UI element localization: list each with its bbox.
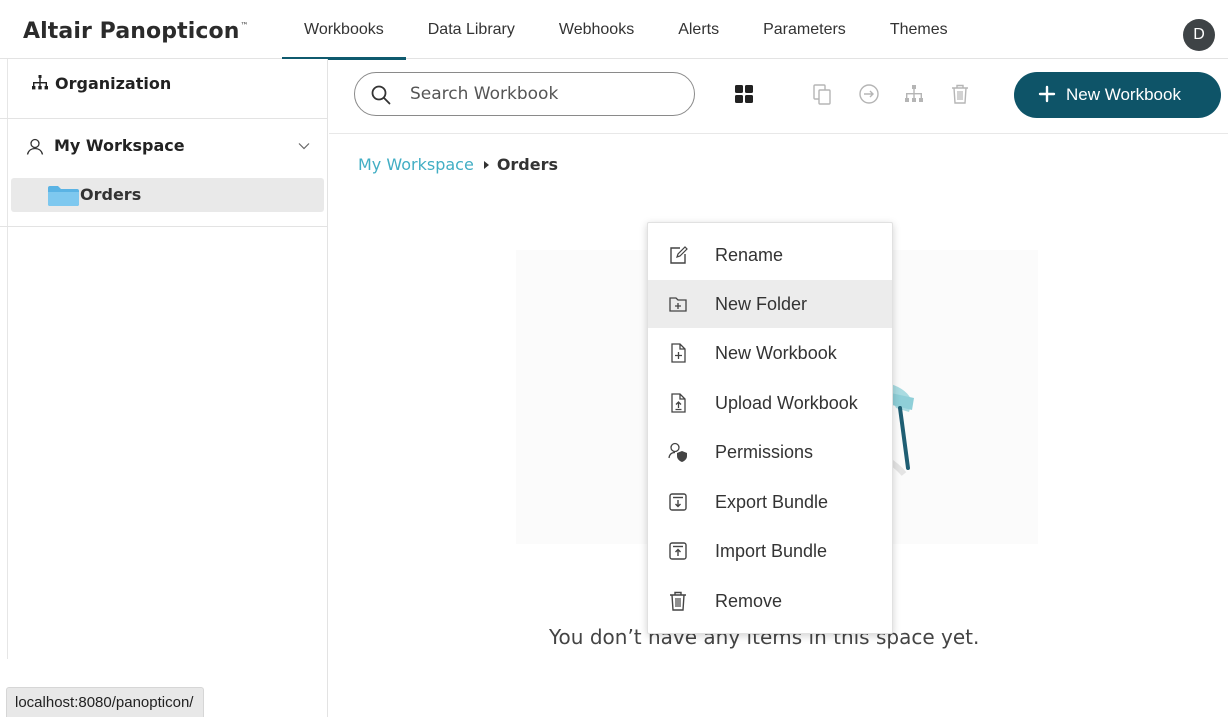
search-box[interactable]	[354, 72, 695, 116]
rename-icon	[670, 246, 688, 264]
sidebar-item-my-workspace[interactable]: My Workspace	[0, 119, 328, 175]
remove-icon	[670, 591, 686, 611]
tab-workbooks[interactable]: Workbooks	[282, 0, 406, 60]
sidebar-item-label: My Workspace	[54, 136, 185, 155]
search-icon	[371, 85, 391, 105]
tab-themes[interactable]: Themes	[868, 0, 970, 59]
tab-alerts[interactable]: Alerts	[656, 0, 741, 59]
grid-view-icon[interactable]	[733, 83, 755, 105]
breadcrumb-separator-icon	[483, 160, 489, 169]
new-workbook-button[interactable]: New Workbook	[1014, 72, 1221, 118]
brand-trademark: ™	[240, 21, 249, 30]
brand-name: Altair Panopticon	[23, 19, 240, 44]
hierarchy-icon	[32, 75, 48, 90]
menu-item-label: Export Bundle	[715, 492, 829, 512]
menu-item-label: Permissions	[715, 442, 814, 462]
trash-icon[interactable]	[949, 83, 971, 105]
context-menu: Rename New Folder New Workbook Upload Wo…	[647, 222, 893, 634]
menu-item-label: New Folder	[715, 294, 808, 314]
tab-data-library[interactable]: Data Library	[406, 0, 537, 59]
menu-item-import-bundle[interactable]: Import Bundle	[648, 527, 892, 575]
menu-item-label: New Workbook	[715, 343, 837, 363]
sidebar-item-organization[interactable]: Organization	[0, 59, 328, 119]
new-workbook-icon	[671, 343, 686, 363]
hierarchy-icon[interactable]	[903, 83, 925, 105]
menu-item-export-bundle[interactable]: Export Bundle	[648, 478, 892, 526]
menu-item-label: Rename	[715, 245, 784, 265]
export-bundle-icon	[669, 493, 687, 511]
sidebar-item-label: Organization	[55, 74, 172, 93]
top-bar: Altair Panopticon™ Workbooks Data Librar…	[0, 0, 1228, 60]
menu-item-label: Remove	[715, 591, 783, 611]
main-nav: Workbooks Data Library Webhooks Alerts P…	[282, 0, 970, 60]
upload-workbook-icon	[671, 393, 686, 413]
import-bundle-icon	[669, 542, 687, 560]
workbook-toolbar: New Workbook	[329, 59, 1228, 134]
new-workbook-label: New Workbook	[1066, 85, 1181, 104]
menu-item-remove[interactable]: Remove	[648, 577, 892, 625]
sidebar-item-orders[interactable]: Orders	[11, 178, 324, 212]
user-icon	[26, 138, 44, 155]
folder-icon	[48, 186, 79, 206]
menu-item-new-workbook[interactable]: New Workbook	[648, 329, 892, 377]
status-url: localhost:8080/panopticon/	[6, 687, 205, 717]
chevron-down-icon[interactable]	[298, 142, 310, 150]
folder-label: Orders	[80, 185, 142, 204]
menu-item-new-folder[interactable]: New Folder	[648, 280, 892, 328]
new-folder-icon	[669, 297, 687, 312]
move-icon[interactable]	[858, 83, 880, 105]
menu-item-label: Import Bundle	[715, 541, 828, 561]
menu-item-label: Upload Workbook	[715, 393, 858, 413]
tab-parameters[interactable]: Parameters	[741, 0, 868, 59]
workspace-section: My Workspace Orders	[0, 119, 328, 227]
user-avatar[interactable]: D	[1183, 19, 1215, 51]
menu-item-upload-workbook[interactable]: Upload Workbook	[648, 379, 892, 427]
menu-item-rename[interactable]: Rename	[648, 231, 892, 279]
plus-icon	[1038, 85, 1056, 103]
permissions-icon	[668, 442, 687, 462]
breadcrumb-current: Orders	[496, 155, 559, 174]
breadcrumb-link-my-workspace[interactable]: My Workspace	[358, 155, 474, 174]
sidebar: Organization My Workspace Orders	[0, 59, 328, 717]
copy-icon[interactable]	[811, 83, 833, 105]
breadcrumb: My Workspace Orders	[358, 155, 558, 174]
tab-webhooks[interactable]: Webhooks	[537, 0, 656, 59]
search-input[interactable]	[410, 73, 680, 115]
app-logo[interactable]: Altair Panopticon™	[23, 19, 249, 44]
menu-item-permissions[interactable]: Permissions	[648, 428, 892, 476]
